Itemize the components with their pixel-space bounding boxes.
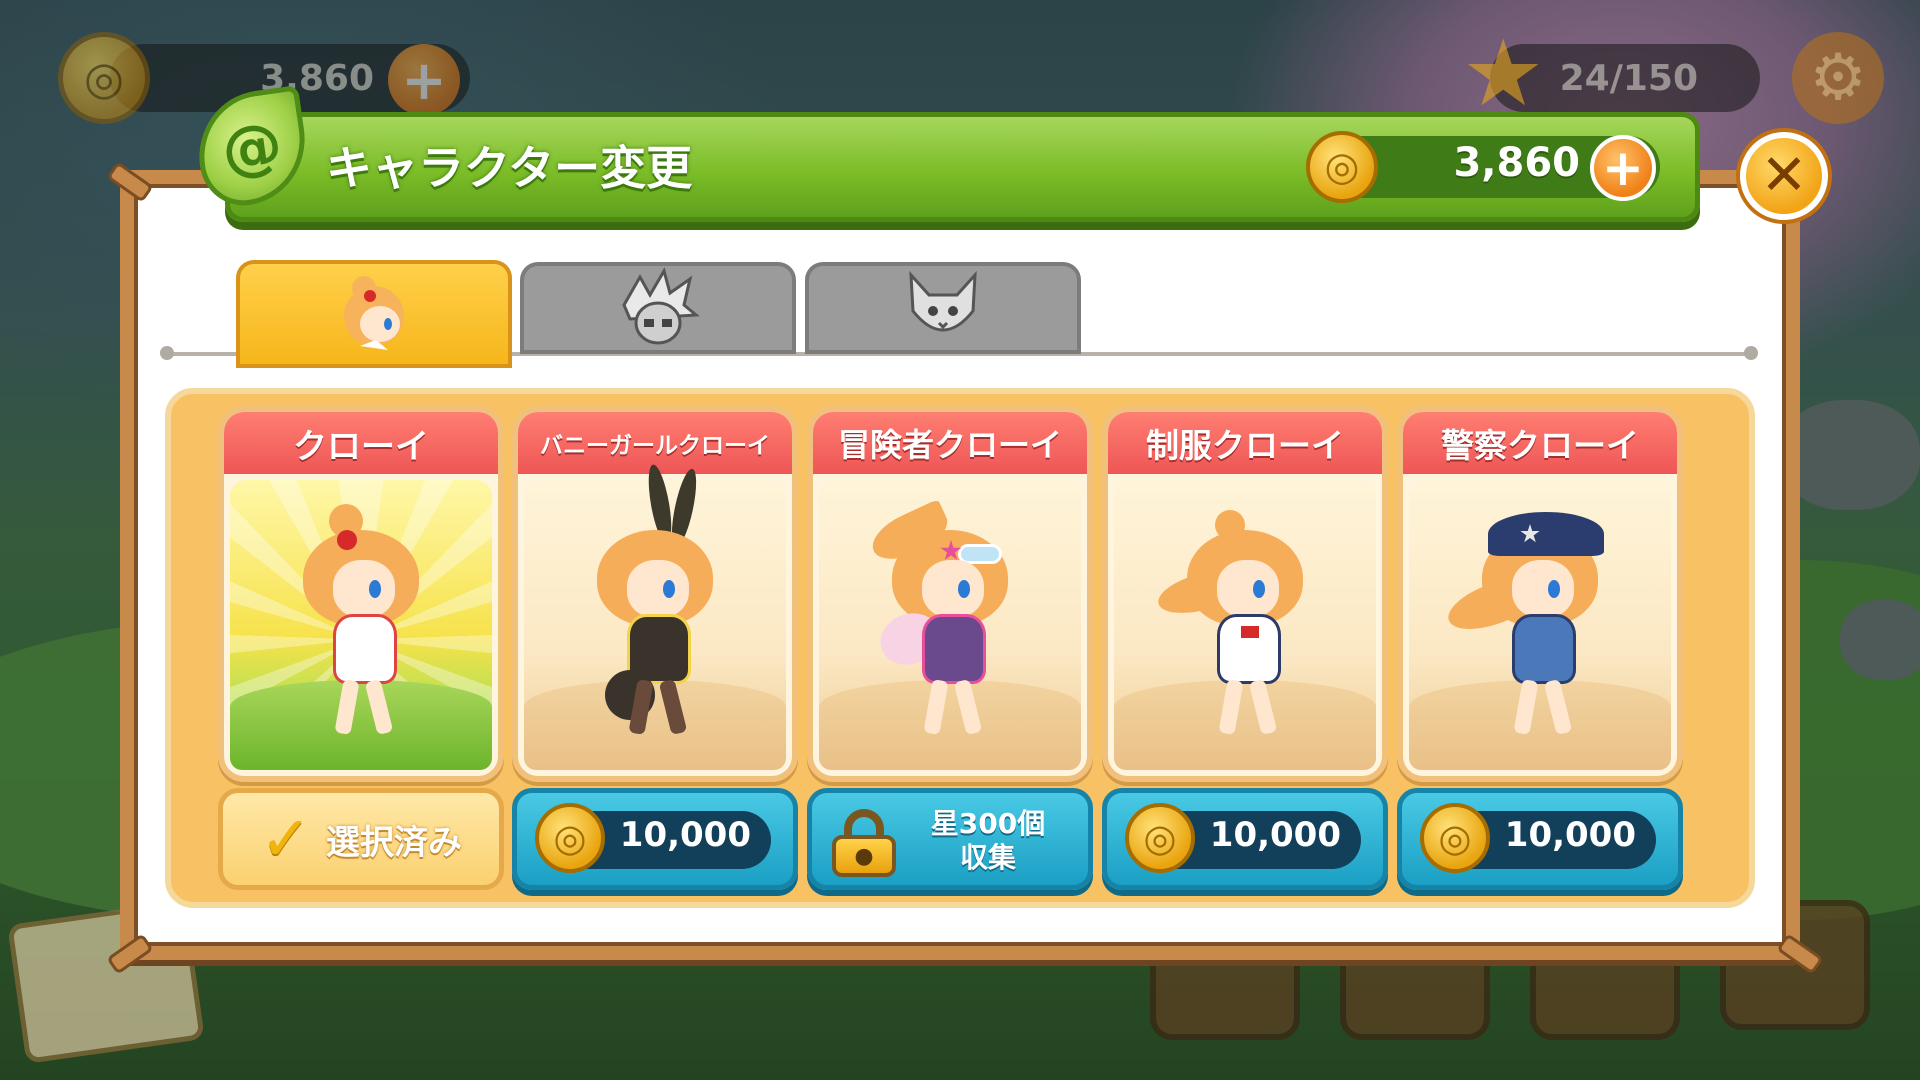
price-value: 10,000 xyxy=(1504,815,1636,855)
character-figure xyxy=(1442,494,1620,744)
hud-star-value: 24/150 xyxy=(1559,57,1698,99)
buy-button-bunny[interactable]: ◎ 10,000 xyxy=(512,788,798,890)
skin-card-uniform[interactable]: 制服クローイ xyxy=(1102,406,1388,782)
boy-head-icon xyxy=(622,267,700,345)
coin-icon: ◎ xyxy=(535,803,605,873)
skin-preview xyxy=(1409,480,1671,770)
skin-name: 制服クローイ xyxy=(1108,412,1382,474)
skin-card-police[interactable]: 警察クローイ xyxy=(1397,406,1683,782)
unlock-requirement: 星300個 収集 xyxy=(908,807,1068,875)
price-value: 10,000 xyxy=(619,815,751,855)
buy-button-uniform[interactable]: ◎ 10,000 xyxy=(1102,788,1388,890)
tab-chloe[interactable] xyxy=(236,260,512,368)
character-figure xyxy=(281,494,441,744)
tab-divider-end xyxy=(1744,346,1758,360)
coin-icon: ◎ xyxy=(1420,803,1490,873)
buy-button-police[interactable]: ◎ 10,000 xyxy=(1397,788,1683,890)
locked-button-adventurer[interactable]: ● 星300個 収集 xyxy=(807,788,1093,890)
skin-preview xyxy=(1114,480,1376,770)
close-button[interactable]: ✕ xyxy=(1740,132,1828,220)
cat-head-icon xyxy=(909,270,977,332)
add-coins-button[interactable]: + xyxy=(1590,135,1656,201)
chloe-head-icon xyxy=(344,276,404,350)
lock-icon: ● xyxy=(832,809,896,877)
star-icon: ★ xyxy=(1462,20,1545,127)
check-icon: ✓ xyxy=(260,802,312,875)
unlock-line-2: 収集 xyxy=(959,841,1016,874)
price-value: 10,000 xyxy=(1209,815,1341,855)
close-icon: ✕ xyxy=(1760,143,1808,208)
skin-preview xyxy=(819,480,1081,770)
character-figure xyxy=(1153,494,1325,744)
skin-name: クローイ xyxy=(224,412,498,474)
skin-card-chloe[interactable]: クローイ xyxy=(218,406,504,782)
dialog-title: キャラクター変更 xyxy=(326,141,693,195)
header-coin-value: 3,860 xyxy=(1453,140,1580,186)
tab-white-hair-boy[interactable] xyxy=(520,262,796,354)
skin-name: 冒険者クローイ xyxy=(813,412,1087,474)
unlock-line-1: 星300個 xyxy=(930,807,1046,840)
skin-name: 警察クローイ xyxy=(1403,412,1677,474)
selected-status-button: ✓ 選択済み xyxy=(218,788,504,890)
coin-icon: ◎ xyxy=(58,32,150,124)
gear-icon[interactable]: ⚙ xyxy=(1792,32,1884,124)
tab-cat[interactable] xyxy=(805,262,1081,354)
skin-card-adventurer[interactable]: 冒険者クローイ xyxy=(807,406,1093,782)
plus-icon[interactable]: + xyxy=(388,44,460,116)
skin-card-bunny[interactable]: バニーガールクローイ xyxy=(512,406,798,782)
skin-preview xyxy=(524,463,786,770)
character-figure xyxy=(575,463,735,744)
coin-icon: ◎ xyxy=(1306,131,1378,203)
skin-preview xyxy=(230,480,492,770)
character-figure xyxy=(865,494,1030,744)
coin-icon: ◎ xyxy=(1125,803,1195,873)
selected-label: 選択済み xyxy=(325,822,462,863)
tab-divider-end xyxy=(160,346,174,360)
